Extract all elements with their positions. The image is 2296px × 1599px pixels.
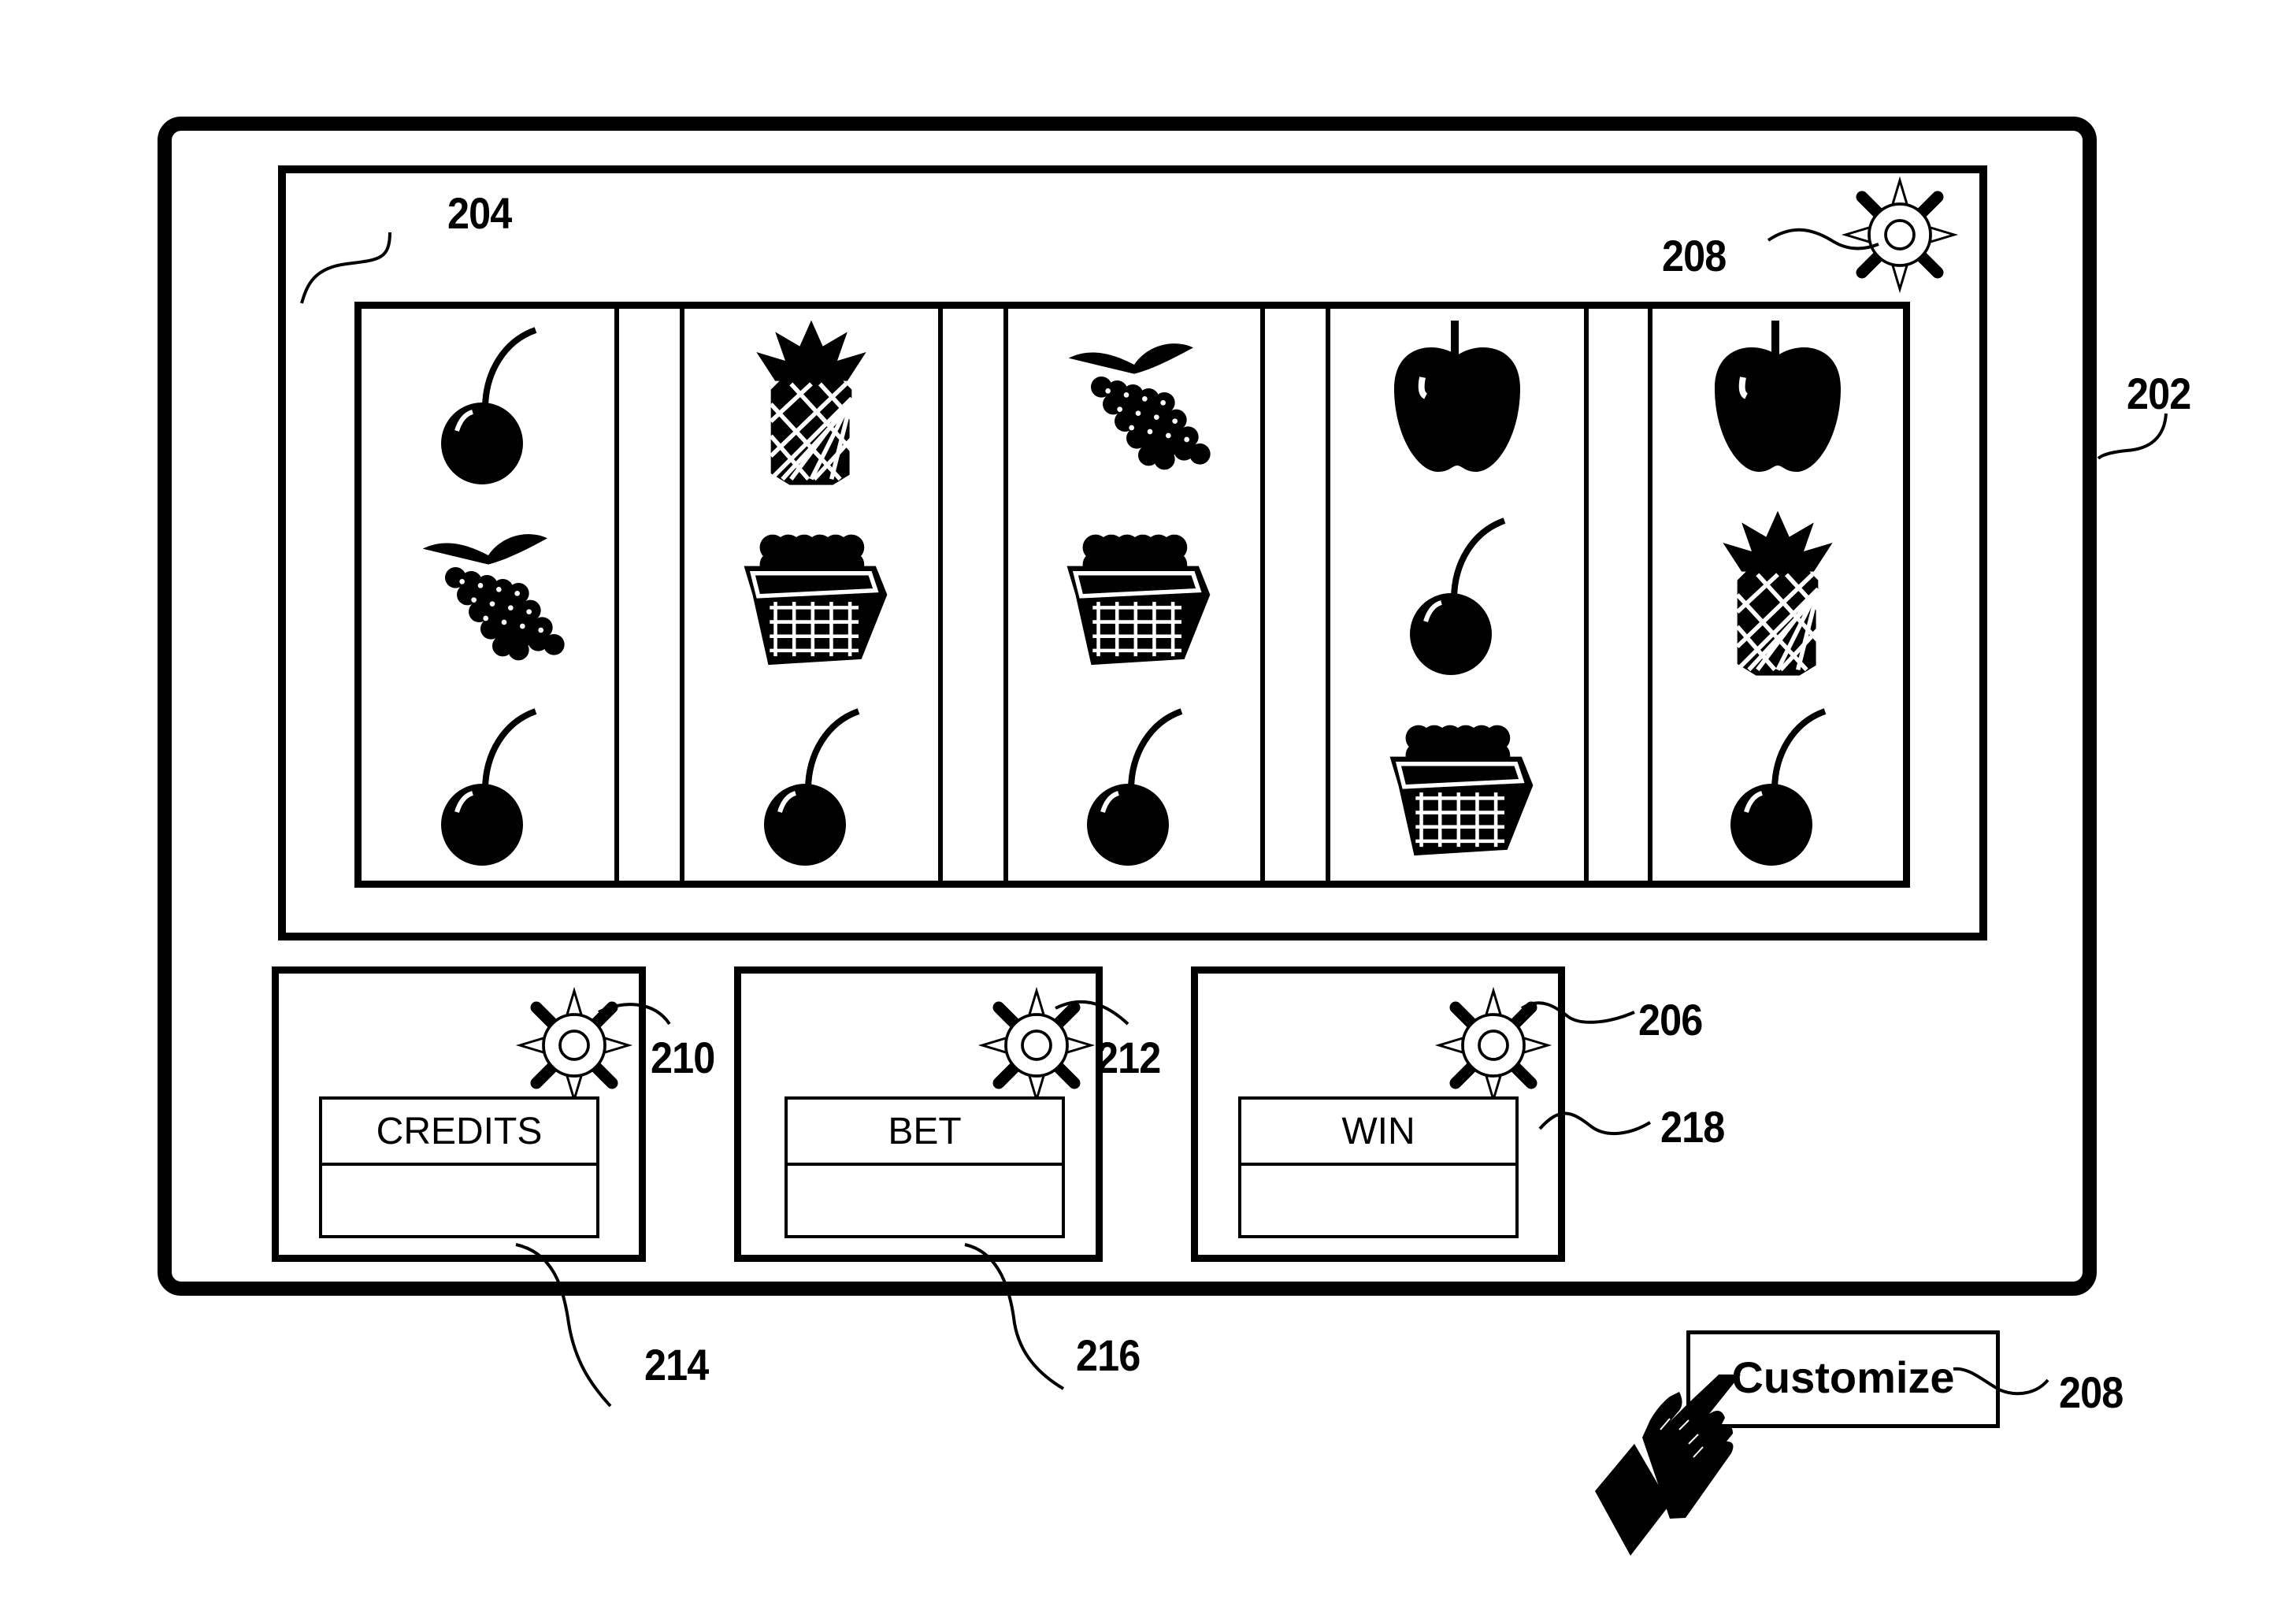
apple-symbol-icon — [1699, 317, 1856, 491]
pointing-hand-icon — [1591, 1363, 1780, 1556]
cherry-symbol-icon — [1055, 699, 1213, 872]
reel-4 — [1330, 309, 1584, 881]
grapes-symbol-icon — [1055, 317, 1213, 491]
ref-label-208-top: 208 — [1662, 231, 1727, 280]
apple-symbol-icon — [1378, 317, 1536, 491]
bet-label: BET — [788, 1100, 1062, 1166]
reel-5 — [1652, 309, 1903, 881]
cherry-symbol-icon — [410, 699, 567, 872]
cherry-symbol-icon — [1378, 508, 1536, 681]
win-meter: WIN — [1238, 1096, 1519, 1238]
win-label: WIN — [1241, 1100, 1515, 1166]
reel-2 — [684, 309, 938, 881]
reel-1 — [362, 309, 614, 881]
pineapple-symbol-icon — [1699, 508, 1856, 681]
credits-meter: CREDITS — [319, 1096, 599, 1238]
bet-settings-gear-icon[interactable] — [977, 986, 1096, 1104]
reel-3 — [1008, 309, 1260, 881]
ref-label-204: 204 — [447, 188, 512, 238]
win-panel: WIN — [1191, 966, 1565, 1262]
credits-panel: CREDITS — [272, 966, 646, 1262]
reel-area — [354, 302, 1910, 888]
ref-label-210: 210 — [651, 1033, 715, 1082]
credits-label: CREDITS — [322, 1100, 596, 1166]
berry-basket-symbol-icon — [733, 508, 890, 681]
berry-basket-symbol-icon — [1378, 699, 1536, 872]
bet-panel: BET — [734, 966, 1103, 1262]
bet-meter: BET — [784, 1096, 1065, 1238]
ref-label-206: 206 — [1638, 995, 1703, 1044]
grapes-symbol-icon — [410, 508, 567, 681]
ref-label-216: 216 — [1076, 1330, 1141, 1380]
ref-label-208-bottom: 208 — [2059, 1367, 2124, 1417]
ref-label-212: 212 — [1096, 1033, 1161, 1082]
berry-basket-symbol-icon — [1055, 508, 1213, 681]
cherry-symbol-icon — [410, 317, 567, 491]
pineapple-symbol-icon — [733, 317, 890, 491]
win-settings-gear-icon[interactable] — [1434, 986, 1552, 1104]
ref-label-214: 214 — [644, 1340, 709, 1389]
cherry-symbol-icon — [733, 699, 890, 872]
cherry-symbol-icon — [1699, 699, 1856, 872]
main-settings-gear-icon[interactable] — [1841, 176, 1959, 294]
ref-label-202: 202 — [2127, 369, 2191, 418]
ref-label-218: 218 — [1660, 1102, 1725, 1152]
credits-settings-gear-icon[interactable] — [515, 986, 633, 1104]
